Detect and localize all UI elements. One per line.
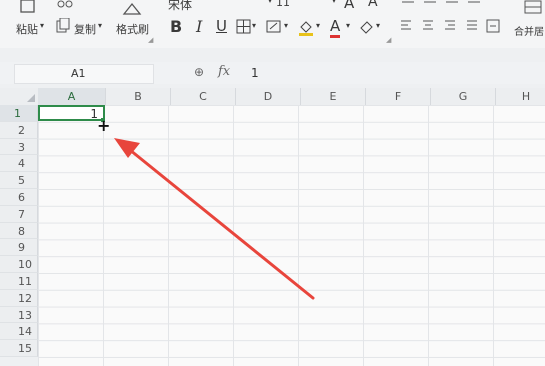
ribbon-toolbar: 粘贴 ▾ 复制 ▾ 格式刷 宋体 11 ▾ ▾ A A B I U ▾ ▾ ▾ … xyxy=(0,0,545,49)
formula-bar: A1 ⌄ ⊕ fx 1 xyxy=(0,62,545,84)
align-center-icon[interactable] xyxy=(422,19,434,33)
row-header-7[interactable]: 7 xyxy=(0,205,38,223)
dialog-launcher-icon[interactable]: ◢ xyxy=(148,36,153,44)
font-size-dropdown-icon-2[interactable]: ▾ xyxy=(332,0,336,5)
name-box[interactable]: A1 ⌄ xyxy=(14,64,154,84)
row-header-11[interactable]: 11 xyxy=(0,273,38,290)
align-right-icon[interactable] xyxy=(444,19,456,33)
align-top-icon[interactable] xyxy=(400,0,490,10)
column-header-b[interactable]: B xyxy=(106,88,171,106)
row-header-8[interactable]: 8 xyxy=(0,222,38,240)
merge-cells-icon[interactable] xyxy=(524,0,542,14)
copy-icon[interactable] xyxy=(56,18,70,34)
clear-format-dropdown-icon[interactable]: ▾ xyxy=(376,21,380,30)
row-header-2[interactable]: 2 xyxy=(0,121,38,139)
spreadsheet-grid: A B C D E F G H 1 2 3 4 5 6 7 8 9 10 11 … xyxy=(0,88,545,366)
font-name-select[interactable]: 宋体 xyxy=(168,0,192,13)
column-header-c[interactable]: C xyxy=(171,88,236,106)
row-header-4[interactable]: 4 xyxy=(0,155,38,173)
copy-button[interactable]: 复制 xyxy=(74,21,96,37)
row-header-13[interactable]: 13 xyxy=(0,306,38,324)
italic-button[interactable]: I xyxy=(196,17,202,36)
column-header-f[interactable]: F xyxy=(366,88,431,106)
column-header-e[interactable]: E xyxy=(301,88,366,106)
paste-icon[interactable] xyxy=(18,0,38,14)
font-color-button[interactable]: A xyxy=(330,17,341,38)
justify-icon[interactable] xyxy=(466,19,478,33)
font-shrink-button[interactable]: A xyxy=(368,0,378,10)
cell-style-dropdown-icon[interactable]: ▾ xyxy=(284,21,288,30)
row-header-15[interactable]: 15 xyxy=(0,340,38,357)
font-grow-button[interactable]: A xyxy=(344,0,354,12)
fill-color-icon[interactable] xyxy=(298,19,314,37)
underline-button[interactable]: U xyxy=(216,17,227,35)
dialog-launcher-icon-2[interactable]: ◢ xyxy=(386,36,391,44)
column-header-h[interactable]: H xyxy=(496,88,545,106)
fill-crosshair-cursor-icon: + xyxy=(97,116,111,135)
copy-dropdown-icon[interactable]: ▾ xyxy=(98,21,102,30)
name-box-dropdown-icon[interactable]: ⌄ xyxy=(71,65,149,75)
border-icon[interactable] xyxy=(236,19,252,35)
cell-style-icon[interactable] xyxy=(266,19,282,35)
fill-color-dropdown-icon[interactable]: ▾ xyxy=(316,21,320,30)
paste-dropdown-icon[interactable]: ▾ xyxy=(40,21,44,30)
merge-cells-button[interactable]: 合并居 xyxy=(514,23,544,38)
paste-button[interactable]: 粘贴 xyxy=(16,21,38,37)
zoom-search-icon[interactable]: ⊕ xyxy=(194,65,204,79)
format-painter-icon[interactable] xyxy=(122,2,142,16)
format-painter-button[interactable]: 格式刷 xyxy=(116,21,149,37)
row-header-14[interactable]: 14 xyxy=(0,323,38,341)
cut-icon[interactable] xyxy=(56,0,74,10)
row-header-6[interactable]: 6 xyxy=(0,189,38,206)
row-header-3[interactable]: 3 xyxy=(0,138,38,156)
clear-format-icon[interactable] xyxy=(358,19,374,35)
row-header-1[interactable]: 1 xyxy=(0,105,38,122)
cell-area[interactable] xyxy=(38,105,545,366)
column-header-d[interactable]: D xyxy=(236,88,301,106)
row-header-5[interactable]: 5 xyxy=(0,172,38,189)
border-dropdown-icon[interactable]: ▾ xyxy=(252,21,256,30)
select-all-corner[interactable] xyxy=(0,88,39,106)
column-header-g[interactable]: G xyxy=(431,88,496,106)
toolbar-spacer xyxy=(0,48,545,62)
row-header-10[interactable]: 10 xyxy=(0,256,38,273)
distributed-align-icon[interactable] xyxy=(486,19,500,33)
insert-function-button[interactable]: fx xyxy=(218,64,230,79)
align-left-icon[interactable] xyxy=(400,19,412,33)
font-size-select[interactable]: 11 xyxy=(276,0,290,9)
formula-input[interactable]: 1 xyxy=(251,66,259,80)
row-header-9[interactable]: 9 xyxy=(0,239,38,257)
active-cell-a1[interactable]: 1 xyxy=(38,105,105,121)
font-color-dropdown-icon[interactable]: ▾ xyxy=(346,21,350,30)
bold-button[interactable]: B xyxy=(170,17,182,36)
row-header-12[interactable]: 12 xyxy=(0,289,38,307)
font-size-dropdown-icon[interactable]: ▾ xyxy=(268,0,272,5)
